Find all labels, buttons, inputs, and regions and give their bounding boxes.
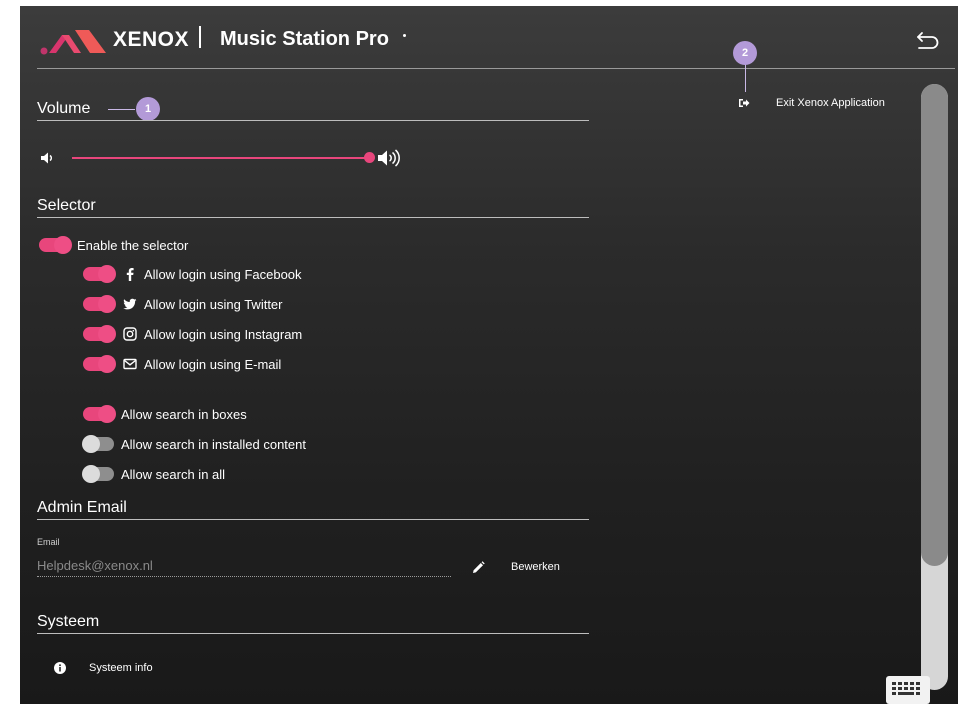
settings-window: XENOX Music Station Pro 2 Exit Xenox App… [20, 6, 958, 704]
brand-name: XENOX [113, 28, 190, 51]
toggle-search-installed[interactable] [82, 435, 114, 453]
system-section-divider [37, 633, 589, 634]
sign-out-icon[interactable] [738, 97, 750, 109]
system-info-link[interactable]: Systeem info [89, 662, 153, 674]
toggle-login-twitter[interactable] [83, 295, 116, 313]
exit-application-button[interactable]: Exit Xenox Application [776, 97, 885, 109]
brand-divider [199, 26, 201, 48]
scrollbar-thumb[interactable] [921, 84, 948, 566]
email-field[interactable] [37, 554, 451, 577]
callout-2-line [745, 64, 746, 92]
volume-slider-thumb[interactable] [364, 152, 375, 163]
title-menu-dot[interactable] [403, 34, 406, 37]
envelope-icon [123, 358, 137, 370]
search-boxes-label: Allow search in boxes [121, 407, 247, 422]
facebook-icon [126, 268, 134, 281]
toggle-enable-selector[interactable] [39, 236, 72, 254]
login-twitter-label: Allow login using Twitter [144, 297, 283, 312]
toggle-search-boxes[interactable] [83, 405, 116, 423]
toggle-login-facebook[interactable] [83, 265, 116, 283]
keyboard-button[interactable] [886, 676, 930, 704]
search-all-label: Allow search in all [121, 467, 226, 482]
login-facebook-label: Allow login using Facebook [144, 267, 302, 282]
instagram-icon [123, 327, 137, 341]
toggle-login-email[interactable] [83, 355, 116, 373]
twitter-icon [123, 298, 137, 310]
app-title: Music Station Pro [220, 28, 389, 50]
volume-slider-track[interactable] [72, 157, 371, 159]
xenox-logo [40, 30, 106, 55]
volume-high-icon[interactable] [377, 149, 401, 167]
volume-section-title: Volume [37, 100, 91, 117]
callout-1-badge: 1 [136, 97, 160, 121]
toggle-search-all[interactable] [82, 465, 114, 483]
toggle-login-instagram[interactable] [83, 325, 116, 343]
selector-section-divider [37, 217, 589, 218]
login-email-label: Allow login using E-mail [144, 357, 282, 372]
info-icon[interactable] [54, 662, 66, 674]
selector-section-title: Selector [37, 197, 96, 214]
admin-email-section-title: Admin Email [37, 499, 127, 516]
admin-email-section-divider [37, 519, 589, 520]
callout-2-badge: 2 [733, 41, 757, 65]
header-divider [37, 68, 955, 69]
system-section-title: Systeem [37, 613, 100, 630]
login-instagram-label: Allow login using Instagram [144, 327, 303, 342]
email-field-label: Email [37, 537, 60, 547]
volume-low-icon[interactable] [40, 151, 54, 165]
volume-section-divider [37, 120, 589, 121]
search-installed-label: Allow search in installed content [121, 437, 306, 452]
back-arrow-icon[interactable] [916, 30, 940, 50]
keyboard-icon [892, 682, 920, 695]
enable-selector-label: Enable the selector [77, 238, 189, 253]
pencil-icon[interactable] [472, 561, 485, 574]
edit-email-button[interactable]: Bewerken [511, 561, 560, 573]
callout-1-line [108, 109, 135, 110]
